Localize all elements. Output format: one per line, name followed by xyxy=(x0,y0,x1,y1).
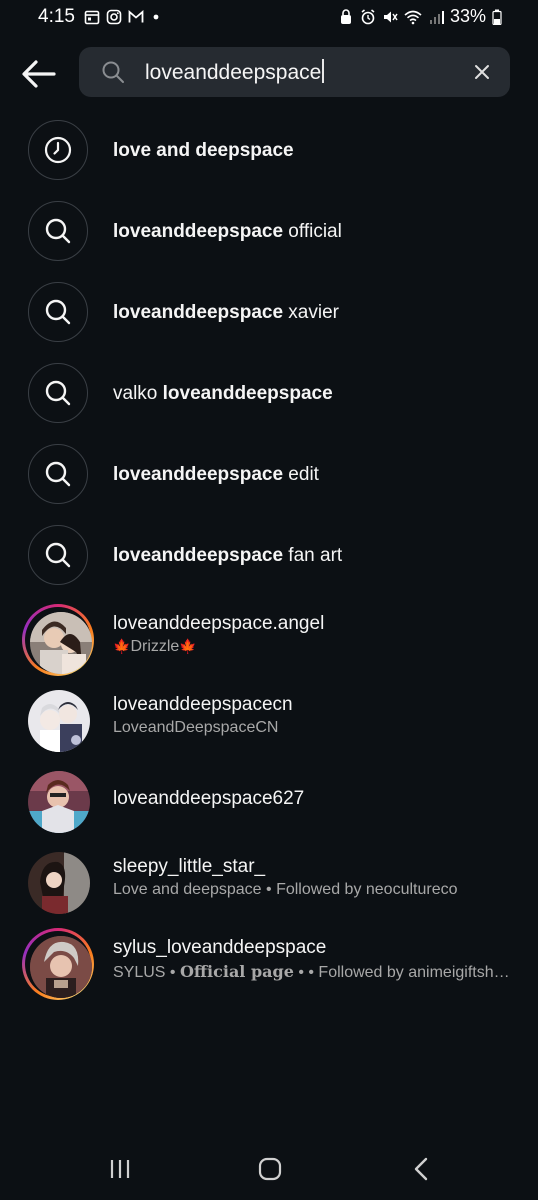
account-result-row[interactable]: sleepy_little_star_ Love and deepspace •… xyxy=(0,839,538,920)
search-suggestion-row[interactable]: valko loveanddeepspace xyxy=(0,353,538,434)
avatar-container[interactable] xyxy=(22,766,94,838)
search-suggestion-row[interactable]: loveanddeepspace official xyxy=(0,191,538,272)
account-username: loveanddeepspace.angel xyxy=(113,613,325,634)
account-username: loveanddeepspacecn xyxy=(113,694,293,715)
avatar xyxy=(30,936,92,998)
status-time: 4:15 xyxy=(38,6,75,27)
recent-apps-icon xyxy=(110,1160,130,1178)
alarm-lock-icon xyxy=(340,8,351,24)
search-icon xyxy=(101,60,125,84)
arrow-left-icon xyxy=(22,60,56,88)
suggestion-label: valko loveanddeepspace xyxy=(113,383,333,404)
suggestion-label: loveanddeepspace official xyxy=(113,221,342,242)
search-icon xyxy=(28,201,88,261)
back-nav-button[interactable] xyxy=(404,1152,440,1186)
calendar-icon xyxy=(84,10,100,25)
text-cursor xyxy=(322,59,324,83)
search-suggestion-row[interactable]: loveanddeepspace fan art xyxy=(0,515,538,596)
search-suggestion-row[interactable]: loveanddeepspace xavier xyxy=(0,272,538,353)
alarm-icon xyxy=(361,8,375,24)
clock-icon xyxy=(28,120,88,180)
suggestion-label: loveanddeepspace fan art xyxy=(113,545,343,566)
account-fullname: Love and deepspace • Followed by neocult… xyxy=(113,881,458,898)
search-header: loveanddeepspace xyxy=(0,46,538,100)
system-icons: 33% xyxy=(338,6,502,27)
avatar xyxy=(28,690,90,752)
signal-icon xyxy=(429,10,444,24)
suggestion-label: loveanddeepspace xavier xyxy=(113,302,339,323)
maple-leaf-icon: 🍁 xyxy=(179,638,197,654)
suggestion-label: loveanddeepspace edit xyxy=(113,464,319,485)
system-navigation-bar xyxy=(0,1130,538,1200)
search-icon xyxy=(28,363,88,423)
search-query: loveanddeepspace xyxy=(145,61,322,84)
home-icon xyxy=(258,1157,282,1181)
account-result-row[interactable]: sylus_loveanddeepspace SYLUS • Official … xyxy=(0,920,538,1001)
recent-apps-button[interactable] xyxy=(102,1152,138,1186)
official-page-label: Official page xyxy=(179,962,294,981)
account-username: sleepy_little_star_ xyxy=(113,856,266,877)
battery-percent: 33% xyxy=(449,6,486,26)
avatar xyxy=(28,852,90,914)
account-result-row[interactable]: loveanddeepspace.angel 🍁Drizzle🍁 xyxy=(0,596,538,677)
search-icon xyxy=(28,525,88,585)
avatar-container[interactable] xyxy=(22,847,94,919)
search-icon xyxy=(28,444,88,504)
status-bar: 4:15 33% xyxy=(0,0,538,34)
mute-icon xyxy=(383,11,398,22)
story-ring[interactable] xyxy=(22,604,94,676)
gmail-icon xyxy=(128,10,144,23)
instagram-icon xyxy=(106,9,122,25)
account-username: sylus_loveanddeepspace xyxy=(113,937,327,958)
close-icon xyxy=(475,65,489,79)
recent-search-row[interactable]: love and deepspace xyxy=(0,110,538,191)
notification-icons xyxy=(84,9,166,25)
avatar-container[interactable] xyxy=(22,685,94,757)
home-button[interactable] xyxy=(252,1152,288,1186)
back-button[interactable] xyxy=(18,54,60,94)
account-fullname: LoveandDeepspaceCN xyxy=(113,719,279,736)
clear-search-button[interactable] xyxy=(471,61,493,83)
wifi-icon xyxy=(404,10,422,24)
search-input[interactable]: loveanddeepspace xyxy=(145,59,324,85)
battery-icon xyxy=(492,9,502,25)
avatar xyxy=(28,771,90,833)
account-result-row[interactable]: loveanddeepspacecn LoveandDeepspaceCN xyxy=(0,677,538,758)
account-fullname: SYLUS • Official page • • Followed by an… xyxy=(113,962,510,981)
search-suggestion-row[interactable]: loveanddeepspace edit xyxy=(0,434,538,515)
maple-leaf-icon: 🍁 xyxy=(113,638,131,654)
story-ring[interactable] xyxy=(22,928,94,1000)
account-fullname: 🍁Drizzle🍁 xyxy=(113,638,197,655)
dot-icon xyxy=(153,14,159,20)
account-result-row[interactable]: loveanddeepspace627 xyxy=(0,758,538,839)
account-username: loveanddeepspace627 xyxy=(113,788,305,809)
search-bar[interactable]: loveanddeepspace xyxy=(79,47,510,97)
chevron-left-icon xyxy=(414,1157,428,1181)
avatar xyxy=(30,612,92,674)
search-icon xyxy=(28,282,88,342)
suggestion-label: love and deepspace xyxy=(113,140,294,161)
